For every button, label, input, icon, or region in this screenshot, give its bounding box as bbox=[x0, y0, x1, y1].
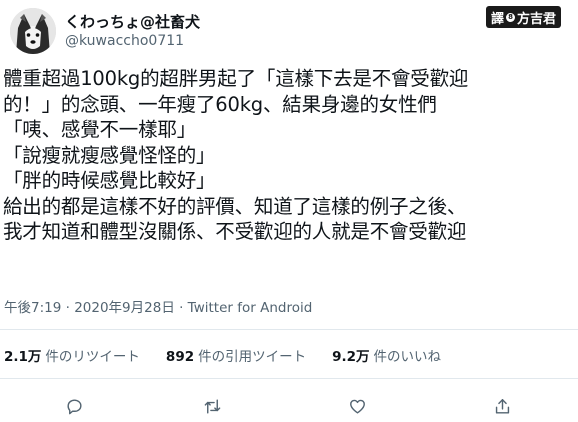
tweet-line: 我才知道和體型沒關係、不受歡迎的人就是不會受歡迎 bbox=[3, 220, 467, 243]
like-count: 9.2万 bbox=[332, 349, 370, 365]
quote-stat[interactable]: 892 件の引用ツイート bbox=[166, 345, 306, 365]
retweet-label: 件のリツイート bbox=[45, 349, 140, 365]
tweet-timestamp[interactable]: 午後7:19 · 2020年9月28日 · Twitter for Androi… bbox=[4, 296, 312, 316]
share-icon bbox=[495, 398, 509, 414]
watermark-middle: 8 bbox=[506, 12, 516, 22]
engagement-stats: 2.1万 件のリツイート 892 件の引用ツイート 9.2万 件のいいね bbox=[4, 345, 467, 365]
translator-watermark: 譯 8 方吉君 bbox=[486, 6, 562, 28]
like-stat[interactable]: 9.2万 件のいいね bbox=[332, 345, 441, 365]
like-button[interactable] bbox=[345, 394, 369, 418]
avatar[interactable] bbox=[10, 8, 56, 54]
tweet-line: 「咦、感覺不一樣耶」 bbox=[3, 118, 197, 141]
quote-count: 892 bbox=[165, 349, 195, 365]
action-bar bbox=[0, 394, 578, 418]
like-label: 件のいいね bbox=[373, 349, 442, 365]
retweet-stat[interactable]: 2.1万 件のリツイート bbox=[4, 345, 140, 365]
tweet-text: 體重超過100kg的超胖男起了「這樣下去是不會受歡迎 的！」的念頭、一年瘦了60… bbox=[3, 66, 573, 245]
tweet-line: 「胖的時候感覺比較好」 bbox=[3, 169, 216, 192]
tweet-line: 體重超過100kg的超胖男起了「這樣下去是不會受歡迎 bbox=[3, 67, 469, 90]
tweet-line: 「說瘦就瘦感覺怪怪的」 bbox=[3, 143, 216, 167]
divider bbox=[0, 378, 578, 379]
retweet-button[interactable] bbox=[200, 394, 224, 418]
husky-dog-avatar-icon bbox=[10, 8, 56, 54]
tweet-line: 給出的都是這樣不好的評價、知道了這樣的例子之後、 bbox=[3, 194, 467, 218]
retweet-icon bbox=[204, 398, 220, 414]
quote-label: 件の引用ツイート bbox=[198, 349, 307, 365]
display-name[interactable]: くわっちょ@社畜犬 bbox=[65, 11, 200, 32]
watermark-left: 譯 bbox=[491, 11, 505, 27]
like-icon bbox=[349, 399, 365, 414]
share-button[interactable] bbox=[490, 394, 514, 418]
reply-button[interactable] bbox=[62, 394, 86, 418]
divider bbox=[0, 329, 578, 330]
tweet-line: 的！」的念頭、一年瘦了60kg、結果身邊的女性們 bbox=[3, 92, 437, 116]
watermark-right: 方吉君 bbox=[517, 11, 557, 27]
user-handle[interactable]: @kuwaccho0711 bbox=[65, 33, 184, 49]
retweet-count: 2.1万 bbox=[4, 349, 42, 365]
reply-icon bbox=[66, 398, 82, 414]
